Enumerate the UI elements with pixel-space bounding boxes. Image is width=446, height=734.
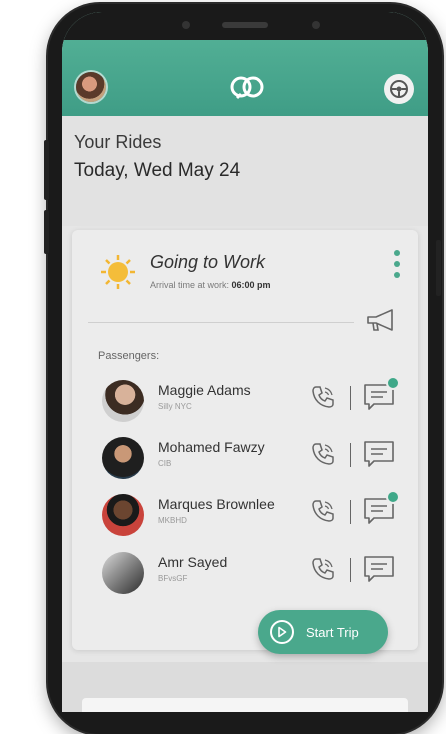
profile-avatar[interactable] [76, 72, 106, 102]
phone-call-icon[interactable] [310, 556, 336, 582]
passenger-sub: Silly NYC [158, 402, 192, 411]
passenger-sub: MKBHD [158, 516, 187, 525]
top-bar [62, 12, 428, 116]
sensor-icon [182, 21, 190, 29]
passenger-row: Mohamed Fawzy CIB [72, 433, 418, 487]
separator [350, 386, 351, 410]
passenger-sub: BFvsGF [158, 574, 188, 583]
arrival-label: Arrival time at work: [150, 280, 230, 290]
phone-side-button [44, 210, 49, 254]
passenger-row: Marques Brownlee MKBHD [72, 490, 418, 544]
passengers-label: Passengers: [98, 350, 160, 362]
avatar [102, 380, 144, 422]
passenger-name: Maggie Adams [158, 382, 251, 398]
arrival-time: Arrival time at work: 06:00 pm [150, 280, 271, 290]
avatar [102, 437, 144, 479]
separator [350, 443, 351, 467]
phone-call-icon[interactable] [310, 441, 336, 467]
passenger-name: Mohamed Fawzy [158, 439, 265, 455]
passenger-name: Marques Brownlee [158, 496, 275, 512]
passenger-row: Maggie Adams Silly NYC [72, 376, 418, 430]
bottom-area [62, 662, 428, 712]
separator [350, 558, 351, 582]
speaker-grille [222, 22, 268, 28]
passenger-name: Amr Sayed [158, 554, 228, 570]
trip-card: Going to Work Arrival time at work: 06:0… [72, 230, 418, 650]
app-logo [230, 76, 264, 100]
phone-call-icon[interactable] [310, 498, 336, 524]
megaphone-icon[interactable] [364, 306, 398, 334]
avatar [102, 494, 144, 536]
sun-icon [101, 255, 135, 289]
separator [350, 500, 351, 524]
phone-side-button [44, 140, 49, 200]
steering-wheel-icon [390, 80, 408, 98]
avatar [102, 552, 144, 594]
message-icon[interactable] [362, 554, 396, 584]
location-pin-icon [270, 620, 294, 644]
settings-button[interactable] [384, 74, 414, 104]
trip-title: Going to Work [150, 252, 266, 272]
unread-badge [388, 492, 398, 502]
phone-call-icon[interactable] [310, 384, 336, 410]
next-card-preview [82, 698, 408, 712]
more-options-button[interactable] [392, 250, 402, 284]
rides-header: Your Rides Today, Wed May 24 [62, 116, 428, 226]
rides-date: Today, Wed May 24 [74, 160, 241, 181]
passenger-sub: CIB [158, 459, 172, 468]
phone-notch [62, 12, 428, 40]
unread-badge [388, 378, 398, 388]
page-title: Your Rides [74, 132, 162, 152]
app-screen: Your Rides Today, Wed May 24 Going to Wo… [62, 12, 428, 712]
phone-side-button [436, 240, 441, 296]
arrival-value: 06:00 pm [231, 280, 271, 290]
passenger-row: Amr Sayed BFvsGF [72, 548, 418, 602]
start-trip-label: Start Trip [306, 624, 359, 640]
message-icon[interactable] [362, 439, 396, 469]
divider [88, 322, 354, 323]
start-trip-button[interactable]: Start Trip [258, 610, 388, 654]
camera-icon [312, 21, 320, 29]
more-dots-icon [394, 250, 400, 256]
